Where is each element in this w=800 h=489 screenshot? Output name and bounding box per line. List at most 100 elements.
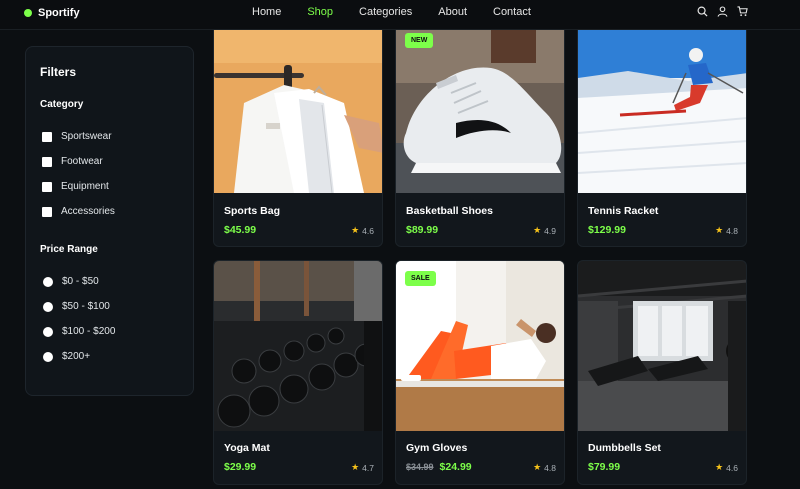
brand-dot-icon (24, 9, 32, 17)
star-icon: ★ (715, 225, 724, 235)
star-icon: ★ (533, 462, 542, 472)
product-info: Dumbbells Set $79.99 ★ 4.6 (578, 442, 746, 473)
product-price: $129.99 (588, 224, 626, 236)
price-radio[interactable] (43, 326, 53, 337)
price-radio[interactable] (43, 301, 53, 312)
new-badge: NEW (405, 33, 434, 48)
product-name: Basketball Shoes (406, 205, 493, 217)
filters-title: Filters (40, 65, 77, 79)
dumbbell-rack-image (214, 261, 382, 431)
product-price: $79.99 (588, 461, 621, 473)
product-rating: ★ 4.9 (533, 225, 556, 236)
product-info: Sports Bag $45.99 ★ 4.6 (214, 205, 382, 236)
price-label: $50 - $100 (62, 301, 110, 312)
product-info: Tennis Racket $129.99 ★ 4.8 (578, 205, 746, 236)
category-label: Footwear (61, 156, 103, 167)
product-rating: ★ 4.8 (533, 462, 556, 473)
category-list: Sportswear Footwear Equipment Accessorie… (40, 124, 179, 224)
product-card-gym-gloves[interactable]: SALE Gym Gloves $34.99 $24.99 ★ 4.8 (395, 260, 565, 485)
nav-link-about[interactable]: About (438, 6, 467, 18)
nav-link-contact[interactable]: Contact (493, 6, 531, 18)
accessories-checkbox[interactable] (42, 206, 52, 217)
skier-image (578, 23, 746, 193)
product-image[interactable] (578, 23, 746, 193)
product-image[interactable] (396, 261, 564, 431)
category-accessories[interactable]: Accessories (40, 199, 179, 224)
price-label: $200+ (62, 351, 91, 362)
product-rating: ★ 4.7 (351, 462, 374, 473)
nav-link-categories[interactable]: Categories (359, 6, 412, 18)
sneaker-image (396, 23, 564, 193)
category-label: Accessories (61, 206, 115, 217)
gym-interior-image (578, 261, 746, 431)
price-radio[interactable] (43, 351, 53, 362)
product-card-yoga-mat[interactable]: Yoga Mat $29.99 ★ 4.7 (213, 260, 383, 485)
star-icon: ★ (351, 225, 360, 235)
product-image[interactable] (214, 23, 382, 193)
product-price: $29.99 (224, 461, 257, 473)
product-card-dumbbells-set[interactable]: Dumbbells Set $79.99 ★ 4.6 (577, 260, 747, 485)
product-image[interactable] (214, 261, 382, 431)
price-option-100-200[interactable]: $100 - $200 (40, 319, 179, 344)
price-label: $0 - $50 (62, 276, 99, 287)
star-icon: ★ (715, 462, 724, 472)
product-rating: ★ 4.6 (715, 462, 738, 473)
product-info: Gym Gloves $34.99 $24.99 ★ 4.8 (396, 442, 564, 473)
nav-icons (697, 6, 748, 17)
category-title: Category (40, 99, 84, 110)
product-info: Yoga Mat $29.99 ★ 4.7 (214, 442, 382, 473)
rating-value: 4.6 (726, 462, 738, 473)
category-sportswear[interactable]: Sportswear (40, 124, 179, 149)
category-label: Equipment (61, 181, 109, 192)
price-radio[interactable] (43, 276, 53, 287)
user-icon[interactable] (717, 6, 728, 17)
product-image[interactable] (578, 261, 746, 431)
price-option-50-100[interactable]: $50 - $100 (40, 294, 179, 319)
rating-value: 4.7 (362, 462, 374, 473)
product-name: Yoga Mat (224, 442, 270, 454)
category-equipment[interactable]: Equipment (40, 174, 179, 199)
woman-doing-situps-image (396, 261, 564, 431)
nav-link-shop[interactable]: Shop (307, 6, 333, 18)
rating-value: 4.9 (544, 225, 556, 236)
nav-links: Home Shop Categories About Contact (252, 6, 557, 18)
cart-icon[interactable] (737, 6, 748, 17)
product-name: Gym Gloves (406, 442, 468, 454)
category-label: Sportswear (61, 131, 112, 142)
product-card-tennis-racket[interactable]: Tennis Racket $129.99 ★ 4.8 (577, 22, 747, 247)
product-info: Basketball Shoes $89.99 ★ 4.9 (396, 205, 564, 236)
product-old-price: $34.99 (406, 462, 434, 472)
star-icon: ★ (533, 225, 542, 235)
brand-name: Sportify (38, 7, 80, 19)
shirts-on-rack-image (214, 23, 382, 193)
rating-value: 4.6 (362, 225, 374, 236)
search-icon[interactable] (697, 6, 708, 17)
category-footwear[interactable]: Footwear (40, 149, 179, 174)
product-name: Tennis Racket (588, 205, 659, 217)
filters-sidebar: Filters Category Sportswear Footwear Equ… (25, 46, 194, 396)
product-card-sports-bag[interactable]: Sports Bag $45.99 ★ 4.6 (213, 22, 383, 247)
rating-value: 4.8 (544, 462, 556, 473)
sale-badge: SALE (405, 271, 436, 286)
price-range-title: Price Range (40, 244, 98, 255)
nav-link-home[interactable]: Home (252, 6, 281, 18)
price-range-list: $0 - $50 $50 - $100 $100 - $200 $200+ (40, 269, 179, 369)
product-price: $45.99 (224, 224, 257, 236)
product-price: $89.99 (406, 224, 439, 236)
product-image[interactable] (396, 23, 564, 193)
product-name: Sports Bag (224, 205, 281, 217)
product-name: Dumbbells Set (588, 442, 661, 454)
star-icon: ★ (351, 462, 360, 472)
brand-logo[interactable]: Sportify (24, 7, 80, 19)
product-price: $24.99 (439, 461, 472, 473)
price-option-200-plus[interactable]: $200+ (40, 344, 179, 369)
product-rating: ★ 4.8 (715, 225, 738, 236)
equipment-checkbox[interactable] (42, 181, 52, 192)
product-card-basketball-shoes[interactable]: NEW Basketball Shoes $89.99 ★ 4.9 (395, 22, 565, 247)
footwear-checkbox[interactable] (42, 156, 52, 167)
sportswear-checkbox[interactable] (42, 131, 52, 142)
product-rating: ★ 4.6 (351, 225, 374, 236)
price-option-0-50[interactable]: $0 - $50 (40, 269, 179, 294)
rating-value: 4.8 (726, 225, 738, 236)
top-navbar: Sportify Home Shop Categories About Cont… (0, 0, 800, 30)
